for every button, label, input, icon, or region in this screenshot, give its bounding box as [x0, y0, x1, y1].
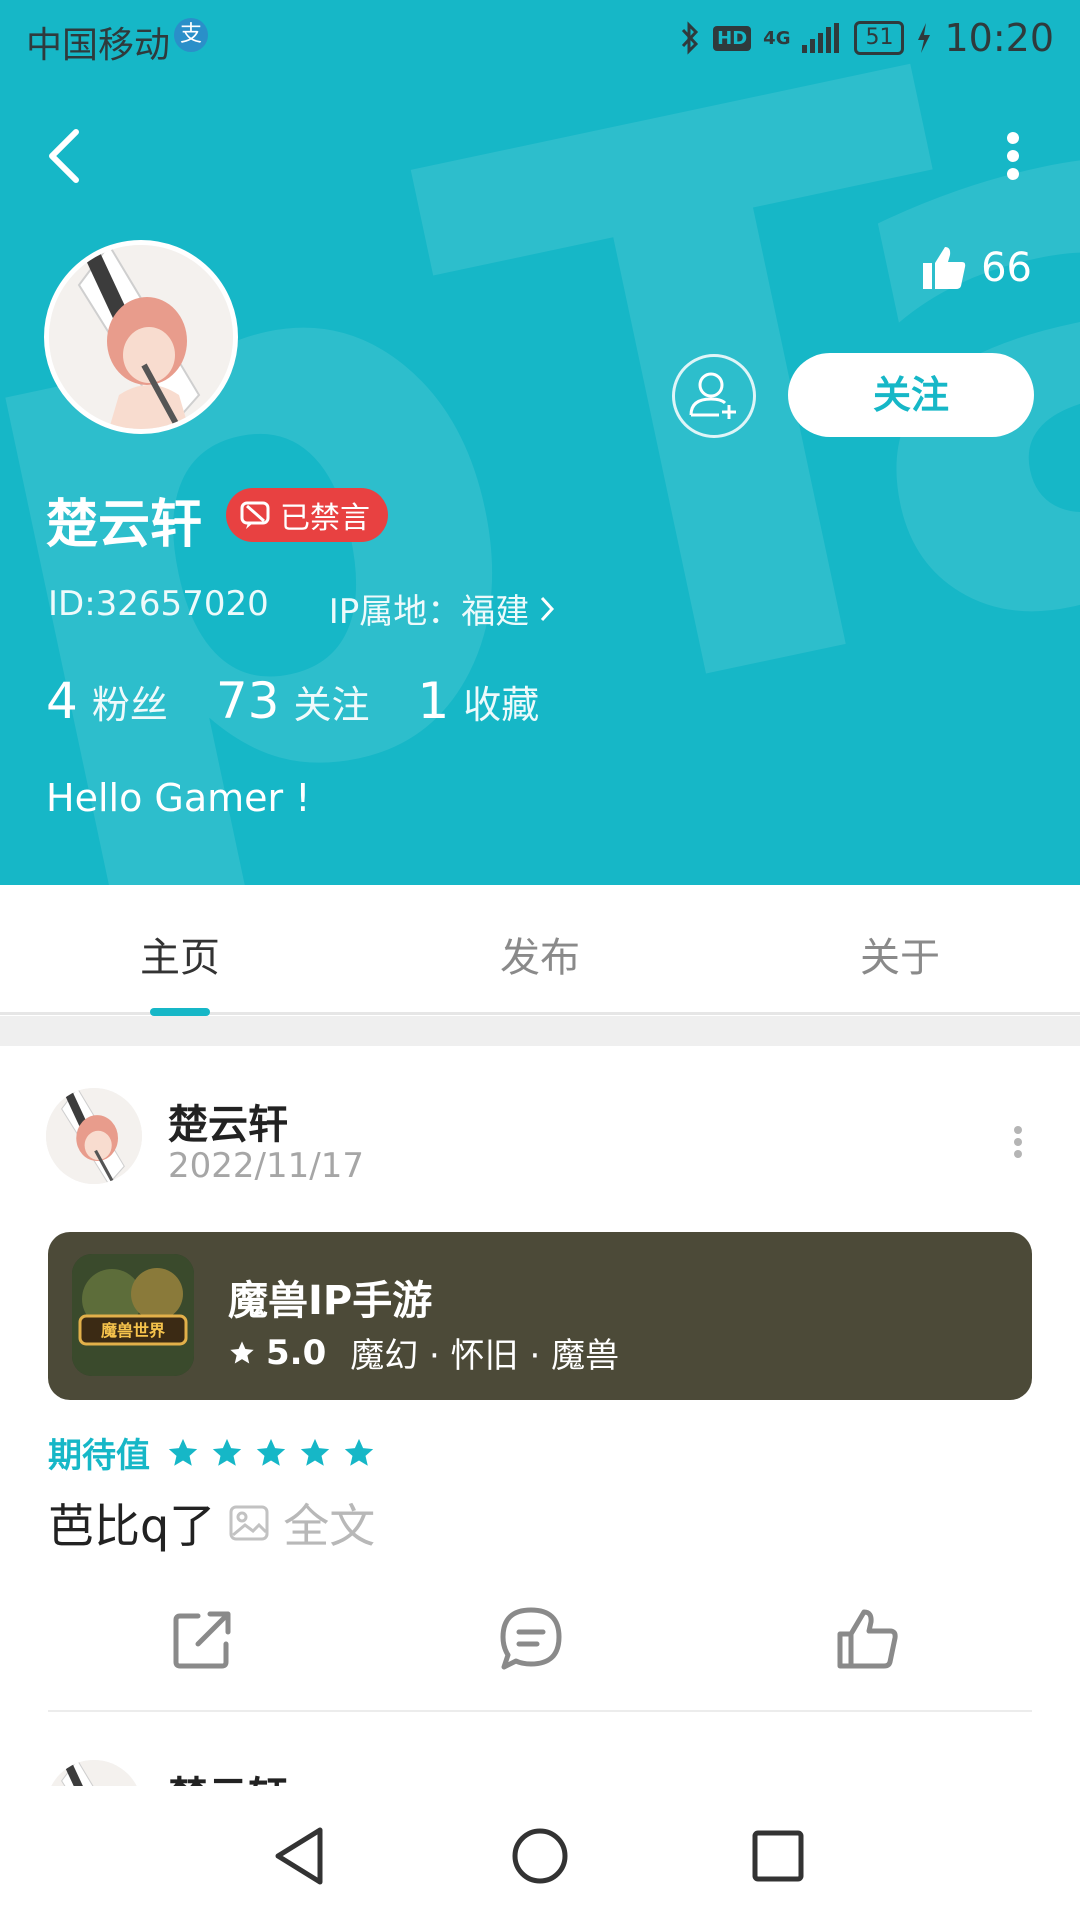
game-tags: 魔幻 · 怀旧 · 魔兽 [350, 1336, 620, 1376]
network-type: 4G [763, 27, 791, 49]
bluetooth-icon [682, 21, 699, 55]
game-icon-image: 魔兽世界 [72, 1254, 194, 1376]
system-nav-bar [0, 1786, 1080, 1920]
nav-recents-icon[interactable] [738, 1816, 818, 1896]
post-date: 2022/11/17 [168, 1146, 364, 1186]
profile-tabs: 主页 发布 关于 [0, 885, 1080, 1016]
image-icon [229, 1505, 269, 1541]
section-divider [0, 1016, 1080, 1046]
game-title: 魔兽IP手游 [228, 1278, 433, 1324]
tab-about[interactable]: 关于 [800, 925, 1000, 983]
stat-label: 收藏 [463, 683, 540, 727]
like-icon[interactable] [832, 1604, 902, 1674]
likes-count: 66 [981, 245, 1032, 291]
star-icon [300, 1438, 330, 1466]
fulltext-link[interactable]: 全文 [283, 1490, 375, 1556]
tab-home[interactable]: 主页 [80, 925, 280, 983]
avatar[interactable] [46, 1760, 142, 1786]
more-icon[interactable] [998, 126, 1028, 186]
charging-icon [918, 23, 931, 53]
avatar[interactable] [46, 1088, 142, 1184]
background-watermark: pTa [0, 0, 1080, 885]
stat-label: 粉丝 [91, 683, 168, 727]
avatar-image [49, 245, 233, 429]
post-divider [48, 1710, 1032, 1712]
more-icon[interactable] [1008, 1122, 1028, 1162]
active-tab-indicator [150, 1008, 210, 1016]
post-author[interactable]: 楚云轩 [168, 1092, 288, 1150]
thumb-up-icon [923, 247, 966, 289]
follow-button[interactable]: 关注 [788, 353, 1034, 437]
stat-following[interactable]: 73 关注 [216, 672, 370, 730]
add-friend-button[interactable] [672, 354, 756, 438]
avatar-image [46, 1088, 142, 1184]
star-icon [212, 1438, 242, 1466]
clock: 10:20 [944, 16, 1054, 60]
comment-icon[interactable] [496, 1604, 566, 1674]
profile-header: pTa 中国移动 支 HD 4G 51 10:20 66 关注 楚云轩 已禁言 … [0, 0, 1080, 885]
nav-home-icon[interactable] [500, 1816, 580, 1896]
game-card[interactable]: 魔兽世界 魔兽IP手游 5.0 魔幻 · 怀旧 · 魔兽 [48, 1232, 1032, 1400]
post-content: 芭比q了 [48, 1499, 216, 1553]
signal-icon [802, 23, 840, 53]
star-icon [168, 1438, 198, 1466]
avatar-image [46, 1760, 142, 1786]
chevron-right-icon [541, 596, 555, 621]
user-id: ID:32657020 [48, 584, 269, 624]
back-icon[interactable] [40, 126, 90, 186]
stat-number: 1 [417, 672, 450, 730]
add-user-icon [689, 372, 736, 419]
hd-badge: HD [713, 25, 752, 51]
status-badge: 已禁言 [226, 488, 388, 542]
banned-label: 已禁言 [280, 501, 370, 536]
stat-number: 73 [215, 672, 280, 730]
stat-number: 4 [46, 672, 78, 730]
chat-ban-icon [240, 501, 270, 529]
post-actions [0, 1594, 1080, 1684]
stat-followers[interactable]: 4 粉丝 [46, 672, 168, 730]
nav-back-icon[interactable] [262, 1816, 342, 1896]
status-icons: HD 4G 51 10:20 [679, 16, 1054, 60]
tab-posts[interactable]: 发布 [440, 925, 640, 983]
game-score: 5.0 [266, 1332, 327, 1373]
game-meta: 5.0 魔幻 · 怀旧 · 魔兽 [228, 1328, 619, 1377]
game-icon: 魔兽世界 [72, 1254, 194, 1376]
username: 楚云轩 [46, 495, 203, 555]
id-row: ID:32657020 IP属地：福建 [48, 584, 555, 633]
stat-label: 关注 [293, 683, 370, 727]
star-icon [230, 1340, 254, 1363]
post-card[interactable]: 楚云轩 2022/11/17 魔兽世界 魔兽IP手游 5.0 魔幻 · 怀旧 ·… [0, 1046, 1080, 1716]
status-bar: 中国移动 支 HD 4G 51 10:20 [0, 0, 1080, 74]
expectation-rating: 期待值 [48, 1428, 376, 1477]
star-icon [344, 1438, 374, 1466]
carrier-name: 中国移动 [26, 25, 171, 66]
likes-counter[interactable]: 66 [921, 245, 1032, 291]
expectation-label: 期待值 [48, 1436, 150, 1476]
post-body[interactable]: 芭比q了 全文 [48, 1490, 375, 1556]
star-icon [256, 1438, 286, 1466]
user-bio: Hello Gamer ! [46, 776, 311, 820]
post-card[interactable]: 楚云轩 [0, 1716, 1080, 1786]
post-author[interactable]: 楚云轩 [168, 1764, 288, 1786]
ip-location[interactable]: IP属地：福建 [329, 584, 556, 633]
stat-favorites[interactable]: 1 收藏 [417, 672, 539, 730]
profile-stats: 4 粉丝 73 关注 1 收藏 [46, 672, 539, 730]
game-icon-text: 魔兽世界 [101, 1321, 165, 1340]
avatar[interactable] [44, 240, 238, 434]
share-icon[interactable] [168, 1604, 238, 1674]
alipay-icon: 支 [174, 18, 208, 52]
ip-location-label: IP属地：福建 [328, 592, 530, 632]
battery-icon: 51 [854, 21, 905, 55]
